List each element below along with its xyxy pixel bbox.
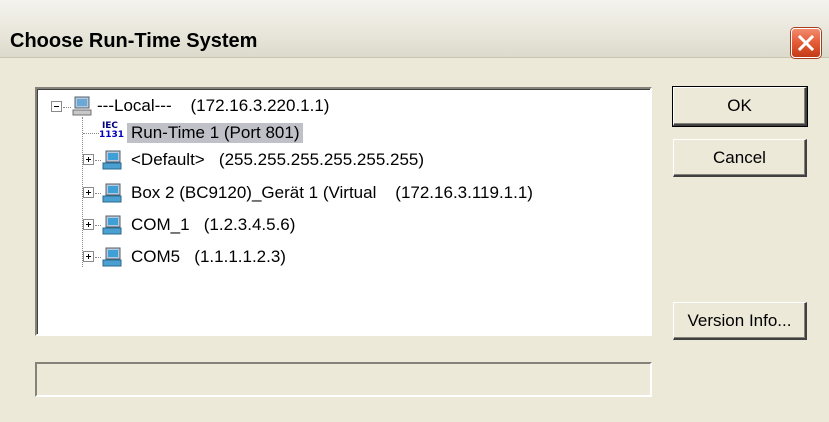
tree-item-com-1-label: COM_1 [131,215,190,234]
tree-item-box-2-address: (172.16.3.119.1.1) [395,183,533,202]
cancel-button[interactable]: Cancel [673,139,807,177]
tree-item-com-1-address: (1.2.3.4.5.6) [203,215,296,234]
tree-item-com-1[interactable]: COM_1 (1.2.3.4.5.6) [131,212,295,238]
tree-item-runtime-1-label: Run-Time 1 (Port 801) [127,123,304,143]
title-bar: Choose Run-Time System [0,0,829,58]
expand-toggle-default[interactable] [83,154,94,165]
tree-item-box-2[interactable]: Box 2 (BC9120)_Gerät 1 (Virtual (172.16.… [131,180,533,206]
cancel-button-label: Cancel [713,147,766,167]
ok-button-label: OK [727,96,752,115]
tree-item-com5[interactable]: COM5 (1.1.1.1.2.3) [131,244,286,270]
computer-icon [72,96,92,116]
iec-runtime-icon: IEC 1131 [99,121,125,140]
version-info-button[interactable]: Version Info... [673,302,807,340]
network-computer-icon [102,247,122,267]
network-computer-icon [102,215,122,235]
ok-button[interactable]: OK [672,86,808,127]
tree-item-box-2-label: Box 2 (BC9120)_Gerät 1 (Virtual [131,183,377,202]
tree-item-com5-label: COM5 [131,247,181,266]
close-icon [797,34,815,52]
network-computer-icon [102,183,122,203]
collapse-toggle-local[interactable] [51,101,62,112]
tree-item-default-label: <Default> [131,150,205,169]
close-button[interactable] [791,28,821,58]
status-field [35,362,652,397]
expand-toggle-com-1[interactable] [83,219,94,230]
runtime-tree[interactable]: ---Local--- (172.16.3.220.1.1) IEC 1131 … [35,87,652,336]
tree-item-local-label: ---Local--- [97,96,172,115]
tree-item-default[interactable]: <Default> (255.255.255.255.255.255) [131,147,424,173]
tree-item-runtime-1[interactable]: Run-Time 1 (Port 801) [127,120,304,146]
window-title: Choose Run-Time System [10,30,258,52]
version-info-button-label: Version Info... [687,310,792,330]
expand-toggle-com5[interactable] [83,251,94,262]
tree-item-default-address: (255.255.255.255.255.255) [218,150,425,169]
tree-item-local-address: (172.16.3.220.1.1) [190,96,330,115]
tree-item-com5-address: (1.1.1.1.2.3) [194,247,286,266]
network-computer-icon [102,150,122,170]
expand-toggle-box-2[interactable] [83,187,94,198]
tree-item-local[interactable]: ---Local--- (172.16.3.220.1.1) [97,93,329,119]
